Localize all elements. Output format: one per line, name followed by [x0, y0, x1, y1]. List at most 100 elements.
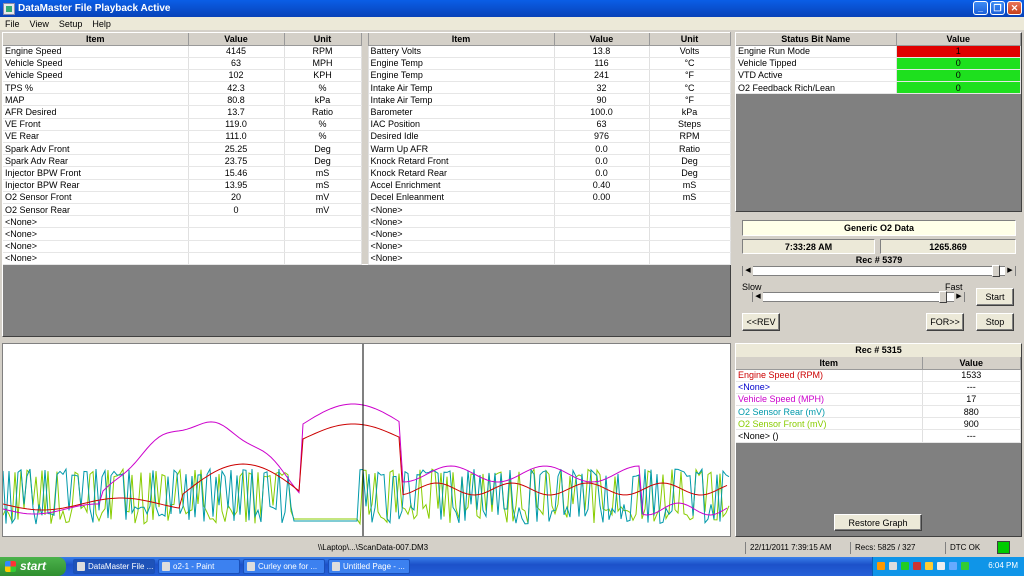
cell-item: Injector BPW Rear	[3, 179, 189, 192]
table-row[interactable]: <None> <None>	[3, 215, 731, 229]
data-panel: Item Value Unit Item Value Unit Engine S…	[2, 32, 731, 337]
column-separator	[361, 179, 369, 192]
menu-help[interactable]: Help	[87, 19, 116, 29]
cell-unit: %	[284, 81, 362, 95]
task-datamaster[interactable]: DataMaster File ...	[73, 559, 155, 574]
col-item-2[interactable]: Item	[368, 33, 555, 46]
menu-view[interactable]: View	[25, 19, 54, 29]
maximize-button[interactable]: ❐	[990, 1, 1005, 15]
cell-item: VE Front	[3, 118, 189, 131]
table-row[interactable]: TPS % 42.3% Intake Air Temp 32 °C	[3, 81, 731, 95]
cell-unit	[649, 215, 731, 229]
record-slider-thumb[interactable]	[991, 265, 1000, 277]
tray-app-icon[interactable]	[877, 562, 885, 570]
cell-value: 80.8	[188, 93, 285, 107]
graph-value-row[interactable]: O2 Sensor Rear (mV) 880	[736, 405, 1021, 419]
slider-left-arrow[interactable]: ◀	[743, 266, 753, 276]
slider-right-arrow[interactable]: ▶	[1005, 266, 1015, 276]
cell-value: 0.0	[554, 142, 650, 156]
table-row[interactable]: AFR Desired 13.7 Ratio Barometer 100.0 kPa	[3, 105, 731, 119]
task-paint[interactable]: o2-1 - Paint	[158, 559, 240, 574]
tray-security-icon[interactable]	[961, 562, 969, 570]
status-bits-panel: Status Bit Name Value Engine Run Mode 1 Ve…	[735, 32, 1022, 212]
col-unit[interactable]: Unit	[284, 33, 362, 46]
col-value-2[interactable]: Value	[554, 33, 650, 46]
cell-item: Warm Up AFR	[368, 142, 555, 156]
cell-item: Spark Adv Rear	[3, 154, 189, 168]
graph-value-row[interactable]: <None> () ---	[736, 429, 1021, 443]
graph-value-row[interactable]: Vehicle Speed (MPH) 17	[736, 393, 1021, 407]
graph-record: Rec # 5315	[736, 344, 1021, 357]
col-graph-value[interactable]: Value	[922, 357, 1021, 370]
rev-button[interactable]: <<REV	[742, 313, 780, 331]
table-row[interactable]: VE Front 119.0% IAC Position 63 Steps	[3, 118, 731, 131]
graph-value-row[interactable]: Engine Speed (RPM) 1533	[736, 369, 1021, 382]
table-row[interactable]: Injector BPW Rear 13.95 mS Accel Enrichment…	[3, 179, 731, 192]
table-row[interactable]: Injector BPW Front 15.46 mS Knock Retard Re…	[3, 166, 731, 180]
col-item[interactable]: Item	[3, 33, 189, 46]
table-row[interactable]: Engine Speed 4145 RPM Battery Volts 13.8 Volt…	[3, 45, 731, 58]
task-curley[interactable]: Curley one for ...	[243, 559, 325, 574]
start-button[interactable]: Start	[976, 288, 1014, 306]
tray-volume-icon[interactable]	[925, 562, 933, 570]
record-slider[interactable]: ◀ ▶	[742, 265, 1016, 277]
tray-shield-icon[interactable]	[901, 562, 909, 570]
table-row[interactable]: O2 Sensor Rear 0 mV <None>	[3, 203, 731, 217]
cell-item: Decel Enleanment	[368, 191, 555, 204]
table-row[interactable]: O2 Sensor Front 20 mV Decel Enleanment 0.00 m…	[3, 191, 731, 204]
cell-item: Intake Air Temp	[368, 81, 555, 95]
table-row[interactable]: VE Rear 111.0% Desired Idle 976 RPM	[3, 130, 731, 144]
tray-network-icon[interactable]	[889, 562, 897, 570]
table-row[interactable]: <None> <None>	[3, 227, 731, 241]
column-separator	[361, 215, 369, 228]
cell-item: <None>	[368, 227, 555, 241]
col-graph-item[interactable]: Item	[736, 357, 923, 370]
cell-item: <None>	[3, 215, 189, 229]
table-row[interactable]: <None> <None>	[3, 252, 731, 265]
stop-button[interactable]: Stop	[976, 313, 1014, 331]
cell-value: 13.7	[188, 105, 285, 119]
menu-file[interactable]: File	[0, 19, 25, 29]
cell-value	[188, 240, 285, 253]
cell-item: Knock Retard Rear	[368, 166, 555, 180]
table-row[interactable]: Spark Adv Front 25.25 Deg Warm Up AFR 0.0 Rat…	[3, 142, 731, 156]
cell-value: 976	[554, 130, 650, 144]
cell-item: Engine Temp	[368, 57, 555, 70]
cell-unit: mS	[649, 179, 731, 192]
speed-left-arrow[interactable]: ◀	[753, 292, 763, 302]
cell-unit: kPa	[649, 105, 731, 119]
cell-value: 90	[554, 93, 650, 107]
tray-display-icon[interactable]	[937, 562, 945, 570]
col-unit-2[interactable]: Unit	[649, 33, 731, 46]
graph-value-row[interactable]: O2 Sensor Front (mV) 900	[736, 417, 1021, 431]
restore-graph-button[interactable]: Restore Graph	[834, 514, 922, 531]
minimize-button[interactable]: _	[973, 1, 988, 15]
close-button[interactable]: ✕	[1007, 1, 1022, 15]
graph-area[interactable]	[2, 343, 731, 537]
col-value[interactable]: Value	[188, 33, 285, 46]
table-row[interactable]: Vehicle Speed 102 KPH Engine Temp 241 °F	[3, 69, 731, 83]
graph-value-row[interactable]: <None> ---	[736, 381, 1021, 394]
column-separator	[361, 81, 369, 94]
speed-slider-thumb[interactable]	[938, 291, 947, 303]
table-row[interactable]: Spark Adv Rear 23.75 Deg Knock Retard Front…	[3, 154, 731, 168]
slow-label: Slow	[742, 282, 762, 292]
table-row[interactable]: MAP 80.8 kPa Intake Air Temp 90 °F	[3, 93, 731, 107]
col-status-bit-name[interactable]: Status Bit Name	[736, 33, 897, 46]
speed-right-arrow[interactable]: ▶	[954, 292, 964, 302]
table-row[interactable]: <None> <None>	[3, 240, 731, 253]
table-row[interactable]: Vehicle Speed 63 MPH Engine Temp 116 °C	[3, 57, 731, 70]
start-button-taskbar[interactable]: start	[0, 557, 66, 576]
cell-item: Accel Enrichment	[368, 179, 555, 192]
col-status-bit-value[interactable]: Value	[896, 33, 1021, 46]
tray-sync-icon[interactable]	[949, 562, 957, 570]
cell-item: IAC Position	[368, 118, 555, 131]
cell-value: 15.46	[188, 166, 285, 180]
tray-alert-icon[interactable]	[913, 562, 921, 570]
for-button[interactable]: FOR>>	[926, 313, 964, 331]
cell-item: Vehicle Speed	[3, 69, 189, 83]
speed-slider[interactable]: ◀ ▶	[752, 291, 965, 303]
graph-item-name: Vehicle Speed (MPH)	[736, 393, 923, 407]
task-untitled-page[interactable]: Untitled Page - ...	[328, 559, 410, 574]
menu-setup[interactable]: Setup	[54, 19, 88, 29]
